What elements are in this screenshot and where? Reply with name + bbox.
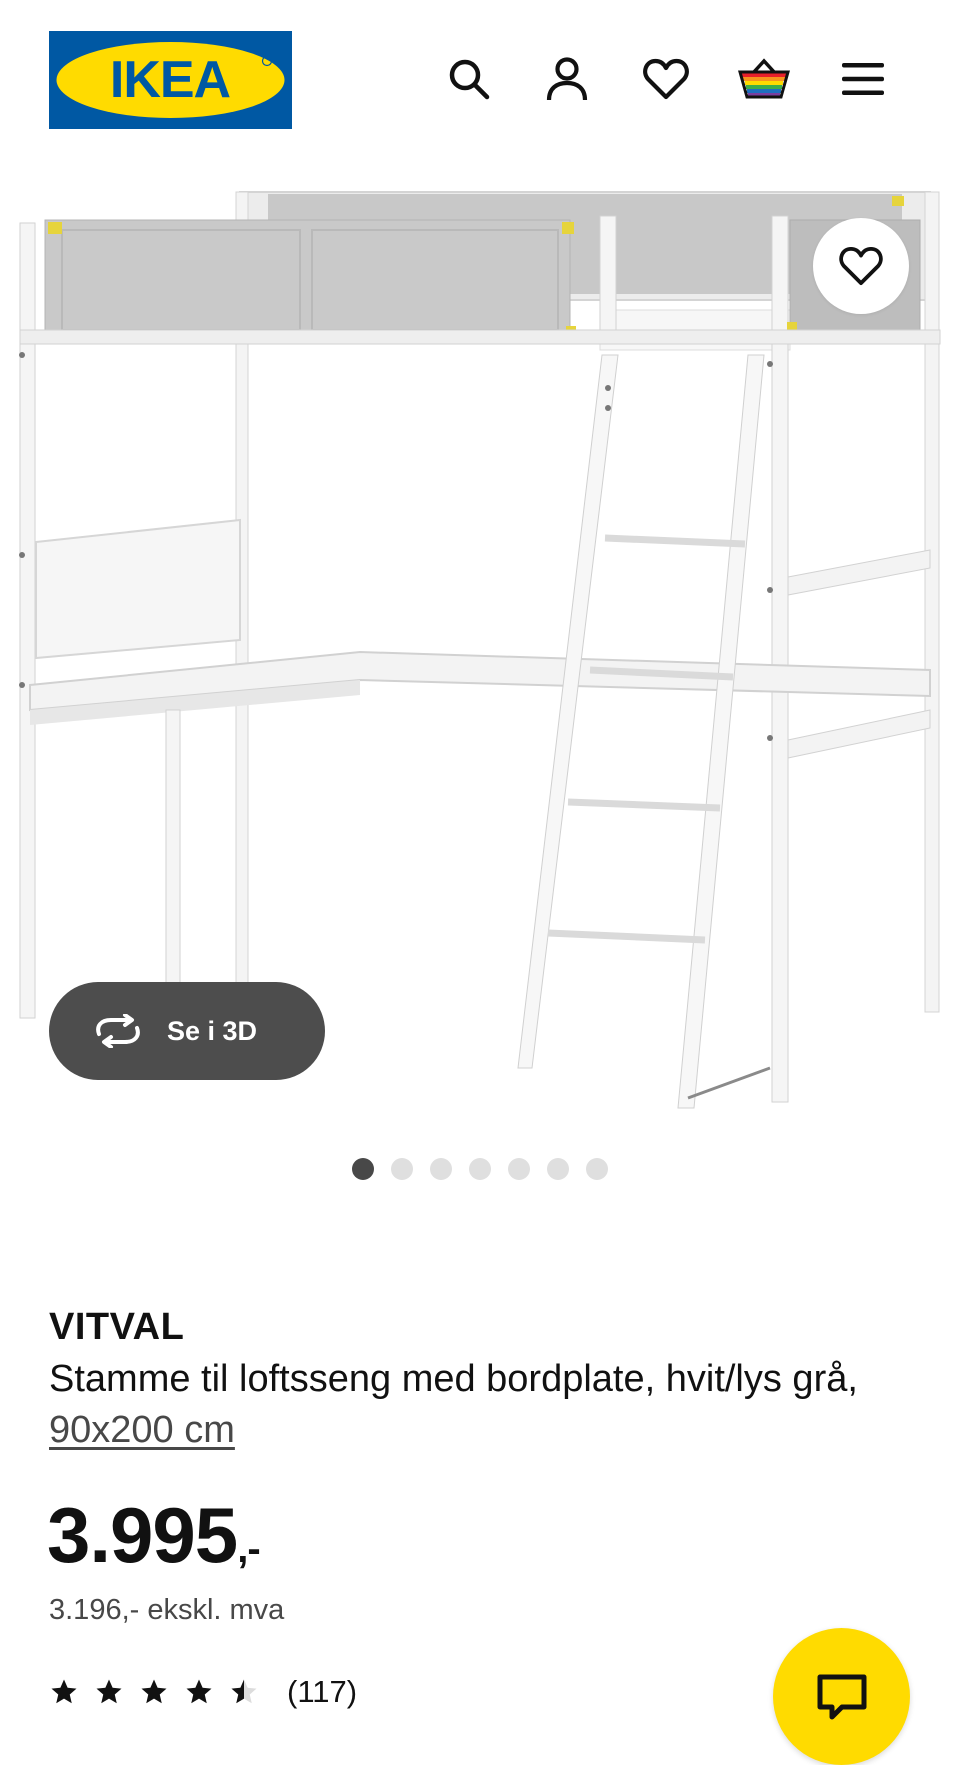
star-full-icon [141, 1679, 167, 1704]
heart-outline-icon [839, 246, 883, 286]
price-value: 3.995 [47, 1491, 238, 1579]
rating-stars [49, 1677, 259, 1707]
product-description-text: Stamme til loftsseng med bordplate, hvit… [49, 1358, 858, 1400]
product-size-link[interactable]: 90x200 cm [49, 1409, 235, 1451]
chat-icon [817, 1674, 866, 1719]
pagination-dot-4[interactable] [469, 1158, 491, 1180]
menu-icon[interactable] [834, 50, 892, 108]
ikea-logo[interactable]: IKEA [49, 31, 292, 129]
pagination-dot-3[interactable] [430, 1158, 452, 1180]
rotate-3d-icon [91, 1011, 145, 1051]
pagination-dot-6[interactable] [547, 1158, 569, 1180]
product-rating[interactable]: (117) [49, 1668, 357, 1716]
view-in-3d-button[interactable]: Se i 3D [49, 982, 325, 1080]
add-to-favourites-button[interactable] [813, 218, 909, 314]
chat-button[interactable] [773, 1628, 910, 1765]
cart-icon[interactable] [735, 50, 793, 108]
pagination-dot-5[interactable] [508, 1158, 530, 1180]
product-price: 3.995,- [47, 1490, 261, 1581]
price-excluding-vat: 3.196,- ekskl. mva [49, 1594, 285, 1626]
review-count: (117) [287, 1674, 358, 1709]
header: IKEA [0, 0, 960, 150]
star-full-icon [186, 1679, 212, 1704]
star-half-icon [231, 1679, 257, 1704]
star-full-icon [51, 1679, 77, 1704]
account-icon[interactable] [538, 50, 596, 108]
pagination-dot-2[interactable] [391, 1158, 413, 1180]
pagination-dot-1[interactable] [352, 1158, 374, 1180]
price-suffix: ,- [237, 1527, 260, 1571]
product-image-gallery[interactable]: Se i 3D [0, 150, 960, 1130]
view-in-3d-label: Se i 3D [167, 1015, 258, 1046]
pagination-dot-7[interactable] [586, 1158, 608, 1180]
image-pagination [352, 1158, 608, 1180]
search-icon[interactable] [440, 50, 498, 108]
product-name: VITVAL [49, 1306, 185, 1348]
star-full-icon [96, 1679, 122, 1704]
favourites-icon[interactable] [637, 50, 695, 108]
svg-text:IKEA: IKEA [110, 51, 231, 109]
product-description: Stamme til loftsseng med bordplate, hvit… [49, 1354, 919, 1456]
